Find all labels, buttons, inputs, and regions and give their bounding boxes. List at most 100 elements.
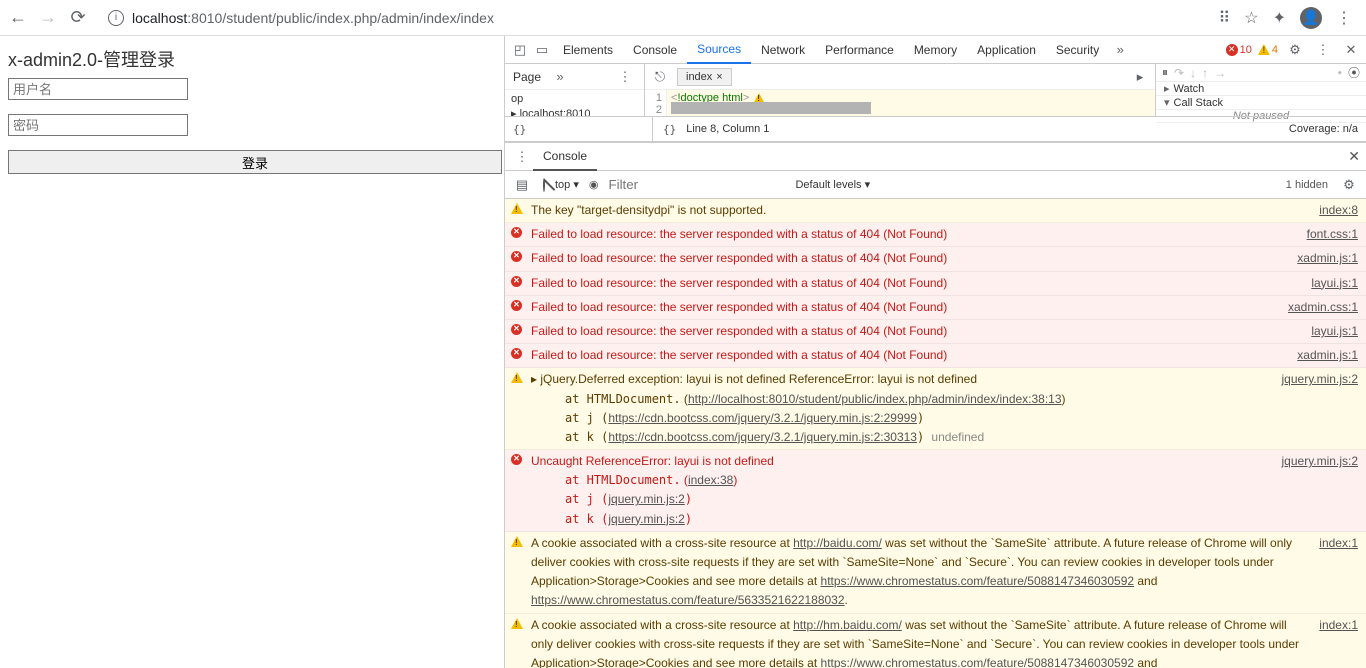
navigator-menu-icon[interactable]: ⋮: [614, 66, 636, 88]
console-message[interactable]: A cookie associated with a cross-site re…: [505, 532, 1366, 614]
navigator-more-icon[interactable]: »: [549, 66, 571, 88]
console-message[interactable]: ✕Failed to load resource: the server res…: [505, 272, 1366, 296]
sources-panel: Page » ⋮ op ▸ localhost:8010 ⎋ index × ▸…: [505, 64, 1366, 116]
devtools-menu-icon[interactable]: ⋮: [1312, 39, 1334, 61]
close-icon[interactable]: ×: [716, 71, 722, 83]
tab-elements[interactable]: Elements: [553, 36, 623, 64]
deactivate-bp-icon[interactable]: ⬩: [1338, 65, 1342, 80]
file-tree-item[interactable]: op: [509, 92, 640, 106]
address-bar[interactable]: i localhost:8010/student/public/index.ph…: [98, 10, 1209, 26]
hidden-count[interactable]: 1 hidden: [1286, 179, 1328, 191]
cursor-position: Line 8, Column 1: [686, 123, 769, 135]
code-area[interactable]: <!doctype html>: [667, 90, 1155, 116]
watch-section[interactable]: ▸Watch: [1156, 82, 1366, 96]
editor-tab[interactable]: index ×: [677, 68, 732, 86]
error-icon: ✕: [511, 251, 522, 262]
url-text: localhost:8010/student/public/index.php/…: [132, 10, 494, 26]
reload-button[interactable]: ⟳: [68, 8, 88, 28]
errors-count[interactable]: ✕10: [1226, 44, 1252, 56]
pretty-print-icon[interactable]: {}: [513, 123, 526, 136]
login-button[interactable]: 登录: [8, 150, 502, 174]
translate-icon[interactable]: ⠿: [1219, 8, 1231, 28]
devtools-panel: ◰ ▭ Elements Console Sources Network Per…: [504, 36, 1366, 668]
clear-console-icon[interactable]: [543, 179, 545, 191]
file-tree-item[interactable]: ▸ localhost:8010: [509, 106, 640, 116]
message-source-link[interactable]: jquery.min.js:2: [1282, 452, 1358, 529]
pause-icon[interactable]: ⏸: [1162, 65, 1168, 80]
devtools-close-icon[interactable]: ✕: [1340, 39, 1362, 61]
drawer-tab-console[interactable]: Console: [533, 143, 597, 171]
console-message[interactable]: A cookie associated with a cross-site re…: [505, 614, 1366, 668]
context-selector[interactable]: top ▾: [555, 178, 579, 191]
sidebar-toggle-icon[interactable]: ▤: [511, 174, 533, 196]
console-settings-icon[interactable]: ⚙: [1338, 174, 1360, 196]
editor-nav-icon[interactable]: ⎋: [649, 66, 671, 88]
console-message[interactable]: ▸ jQuery.Deferred exception: layui is no…: [505, 368, 1366, 450]
message-source-link[interactable]: xadmin.js:1: [1297, 346, 1358, 365]
username-input[interactable]: [8, 78, 188, 100]
tab-memory[interactable]: Memory: [904, 36, 967, 64]
console-message[interactable]: ✕Failed to load resource: the server res…: [505, 344, 1366, 368]
site-info-icon[interactable]: i: [108, 10, 124, 26]
line-gutter: 123: [645, 90, 667, 116]
warning-icon: [511, 203, 523, 214]
warnings-count[interactable]: !4: [1258, 44, 1278, 56]
forward-button[interactable]: →: [38, 8, 58, 28]
pretty-print-icon[interactable]: {}: [663, 123, 676, 136]
bookmark-icon[interactable]: ☆: [1244, 8, 1258, 28]
message-source-link[interactable]: layui.js:1: [1311, 274, 1358, 293]
console-messages[interactable]: The key "target-densitydpi" is not suppo…: [505, 199, 1366, 668]
back-button[interactable]: ←: [8, 8, 28, 28]
tab-network[interactable]: Network: [751, 36, 815, 64]
profile-icon[interactable]: 👤: [1300, 7, 1322, 29]
error-icon: ✕: [511, 454, 522, 465]
more-tabs-icon[interactable]: »: [1109, 39, 1131, 61]
message-source-link[interactable]: xadmin.css:1: [1288, 298, 1358, 317]
page-title: x-admin2.0-管理登录: [8, 46, 496, 72]
tab-performance[interactable]: Performance: [815, 36, 904, 64]
console-message[interactable]: ✕Failed to load resource: the server res…: [505, 247, 1366, 271]
tab-sources[interactable]: Sources: [687, 36, 751, 64]
console-message[interactable]: ✕Failed to load resource: the server res…: [505, 320, 1366, 344]
drawer-menu-icon[interactable]: ⋮: [511, 146, 533, 168]
step-into-icon[interactable]: ↓: [1190, 66, 1196, 80]
message-source-link[interactable]: index:1: [1319, 534, 1358, 611]
warning-icon: [511, 372, 523, 383]
step-over-icon[interactable]: ↷: [1174, 66, 1184, 80]
error-icon: ✕: [511, 324, 522, 335]
live-expression-icon[interactable]: ◉: [589, 178, 599, 191]
error-icon: ✕: [511, 227, 522, 238]
message-source-link[interactable]: font.css:1: [1307, 225, 1358, 244]
message-source-link[interactable]: jquery.min.js:2: [1282, 370, 1358, 447]
step-out-icon[interactable]: ↑: [1202, 66, 1208, 80]
page-panel-label[interactable]: Page: [513, 70, 541, 84]
device-mode-icon[interactable]: ▭: [531, 39, 553, 61]
tab-application[interactable]: Application: [967, 36, 1046, 64]
debugger-sidebar: ⏸ ↷ ↓ ↑ → ⬩ ⦿ ▸Watch ▾Call Stack Not pau…: [1156, 64, 1366, 116]
error-icon: ✕: [511, 300, 522, 311]
callstack-section[interactable]: ▾Call Stack: [1156, 96, 1366, 110]
pause-exceptions-icon[interactable]: ⦿: [1348, 64, 1360, 81]
tab-console[interactable]: Console: [623, 36, 687, 64]
message-source-link[interactable]: index:1: [1319, 616, 1358, 668]
password-input[interactable]: [8, 114, 188, 136]
chrome-menu-icon[interactable]: ⋮: [1336, 8, 1352, 28]
filter-input[interactable]: [608, 177, 785, 192]
sources-statusbar: {} {} Line 8, Column 1 Coverage: n/a: [505, 116, 1366, 142]
console-message[interactable]: The key "target-densitydpi" is not suppo…: [505, 199, 1366, 223]
tab-security[interactable]: Security: [1046, 36, 1109, 64]
step-icon[interactable]: →: [1214, 66, 1226, 80]
coverage-label: Coverage: n/a: [1289, 123, 1358, 135]
inspect-icon[interactable]: ◰: [509, 39, 531, 61]
message-source-link[interactable]: xadmin.js:1: [1297, 249, 1358, 268]
console-message[interactable]: ✕Failed to load resource: the server res…: [505, 296, 1366, 320]
message-source-link[interactable]: index:8: [1319, 201, 1358, 220]
console-message[interactable]: ✕Failed to load resource: the server res…: [505, 223, 1366, 247]
editor-run-icon[interactable]: ▸: [1129, 66, 1151, 88]
extensions-icon[interactable]: ✦: [1273, 8, 1286, 28]
message-source-link[interactable]: layui.js:1: [1311, 322, 1358, 341]
settings-icon[interactable]: ⚙: [1284, 39, 1306, 61]
log-levels-select[interactable]: Default levels ▾: [795, 178, 870, 191]
console-message[interactable]: ✕Uncaught ReferenceError: layui is not d…: [505, 450, 1366, 532]
drawer-close-icon[interactable]: ✕: [1348, 148, 1360, 165]
